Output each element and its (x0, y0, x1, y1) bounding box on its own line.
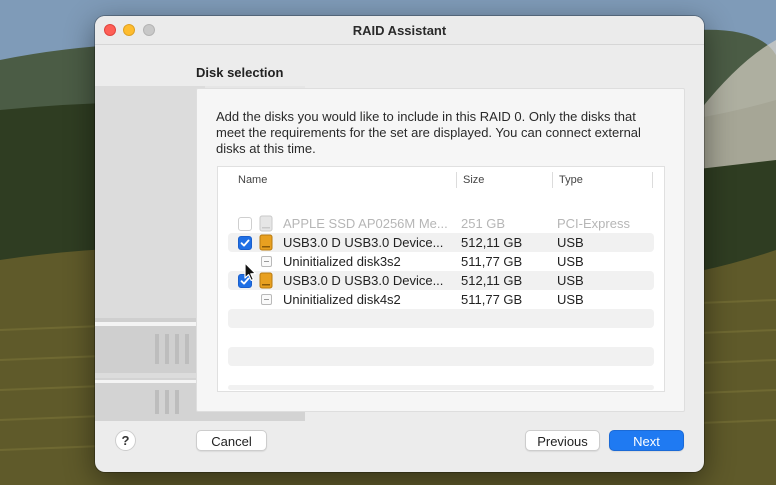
title-bar: RAID Assistant (95, 16, 704, 45)
disk-size: 511,77 GB (461, 292, 523, 307)
column-divider (456, 172, 457, 188)
partition-icon (261, 256, 272, 267)
disk-size: 511,77 GB (461, 254, 523, 269)
mouse-cursor-icon (244, 262, 257, 281)
empty-row (228, 347, 654, 366)
include-disk-checkbox (238, 217, 252, 231)
partition-name: Uninitialized disk4s2 (283, 292, 401, 307)
cancel-button[interactable]: Cancel (196, 430, 267, 451)
help-button[interactable]: ? (115, 430, 136, 451)
disk-type: USB (557, 273, 584, 288)
partition-name: Uninitialized disk3s2 (283, 254, 401, 269)
partition-icon (261, 294, 272, 305)
column-header-size[interactable]: Size (463, 167, 484, 193)
disk-name: USB3.0 D USB3.0 Device... (283, 273, 444, 288)
next-button[interactable]: Next (609, 430, 684, 451)
include-disk-checkbox[interactable] (238, 236, 252, 250)
disk-type: USB (557, 254, 584, 269)
external-usb-disk-icon (259, 234, 273, 251)
empty-row (228, 385, 654, 390)
internal-disk-icon (259, 215, 273, 232)
disk-name: APPLE SSD AP0256M Me... (283, 216, 448, 231)
disk-type: PCI-Express (557, 216, 630, 231)
table-row: APPLE SSD AP0256M Me... 251 GB PCI-Expre… (228, 214, 654, 233)
section-heading: Disk selection (196, 65, 284, 80)
table-row[interactable]: Uninitialized disk3s2 511,77 GB USB (228, 252, 654, 271)
disk-table: Name Size Type APPLE SSD AP0256M Me... 2… (217, 166, 665, 392)
table-row[interactable]: Uninitialized disk4s2 511,77 GB USB (228, 290, 654, 309)
external-usb-disk-icon (259, 272, 273, 289)
table-row[interactable]: USB3.0 D USB3.0 Device... 512,11 GB USB (228, 233, 654, 252)
disk-size: 512,11 GB (461, 235, 523, 250)
disk-size: 251 GB (461, 216, 506, 231)
description-text: Add the disks you would like to include … (216, 109, 641, 156)
raid-assistant-window: RAID Assistant Disk selection Add the di… (95, 16, 704, 472)
empty-row (228, 309, 654, 328)
column-header-name[interactable]: Name (238, 167, 267, 193)
table-row[interactable]: USB3.0 D USB3.0 Device... 512,11 GB USB (228, 271, 654, 290)
disk-type: USB (557, 292, 584, 307)
disk-type: USB (557, 235, 584, 250)
window-title: RAID Assistant (352, 23, 447, 38)
column-divider (552, 172, 553, 188)
checkmark-icon (240, 239, 250, 247)
disk-name: USB3.0 D USB3.0 Device... (283, 235, 444, 250)
disk-size: 512,11 GB (461, 273, 523, 288)
column-header-type[interactable]: Type (559, 167, 583, 193)
previous-button[interactable]: Previous (525, 430, 600, 451)
column-divider (652, 172, 653, 188)
